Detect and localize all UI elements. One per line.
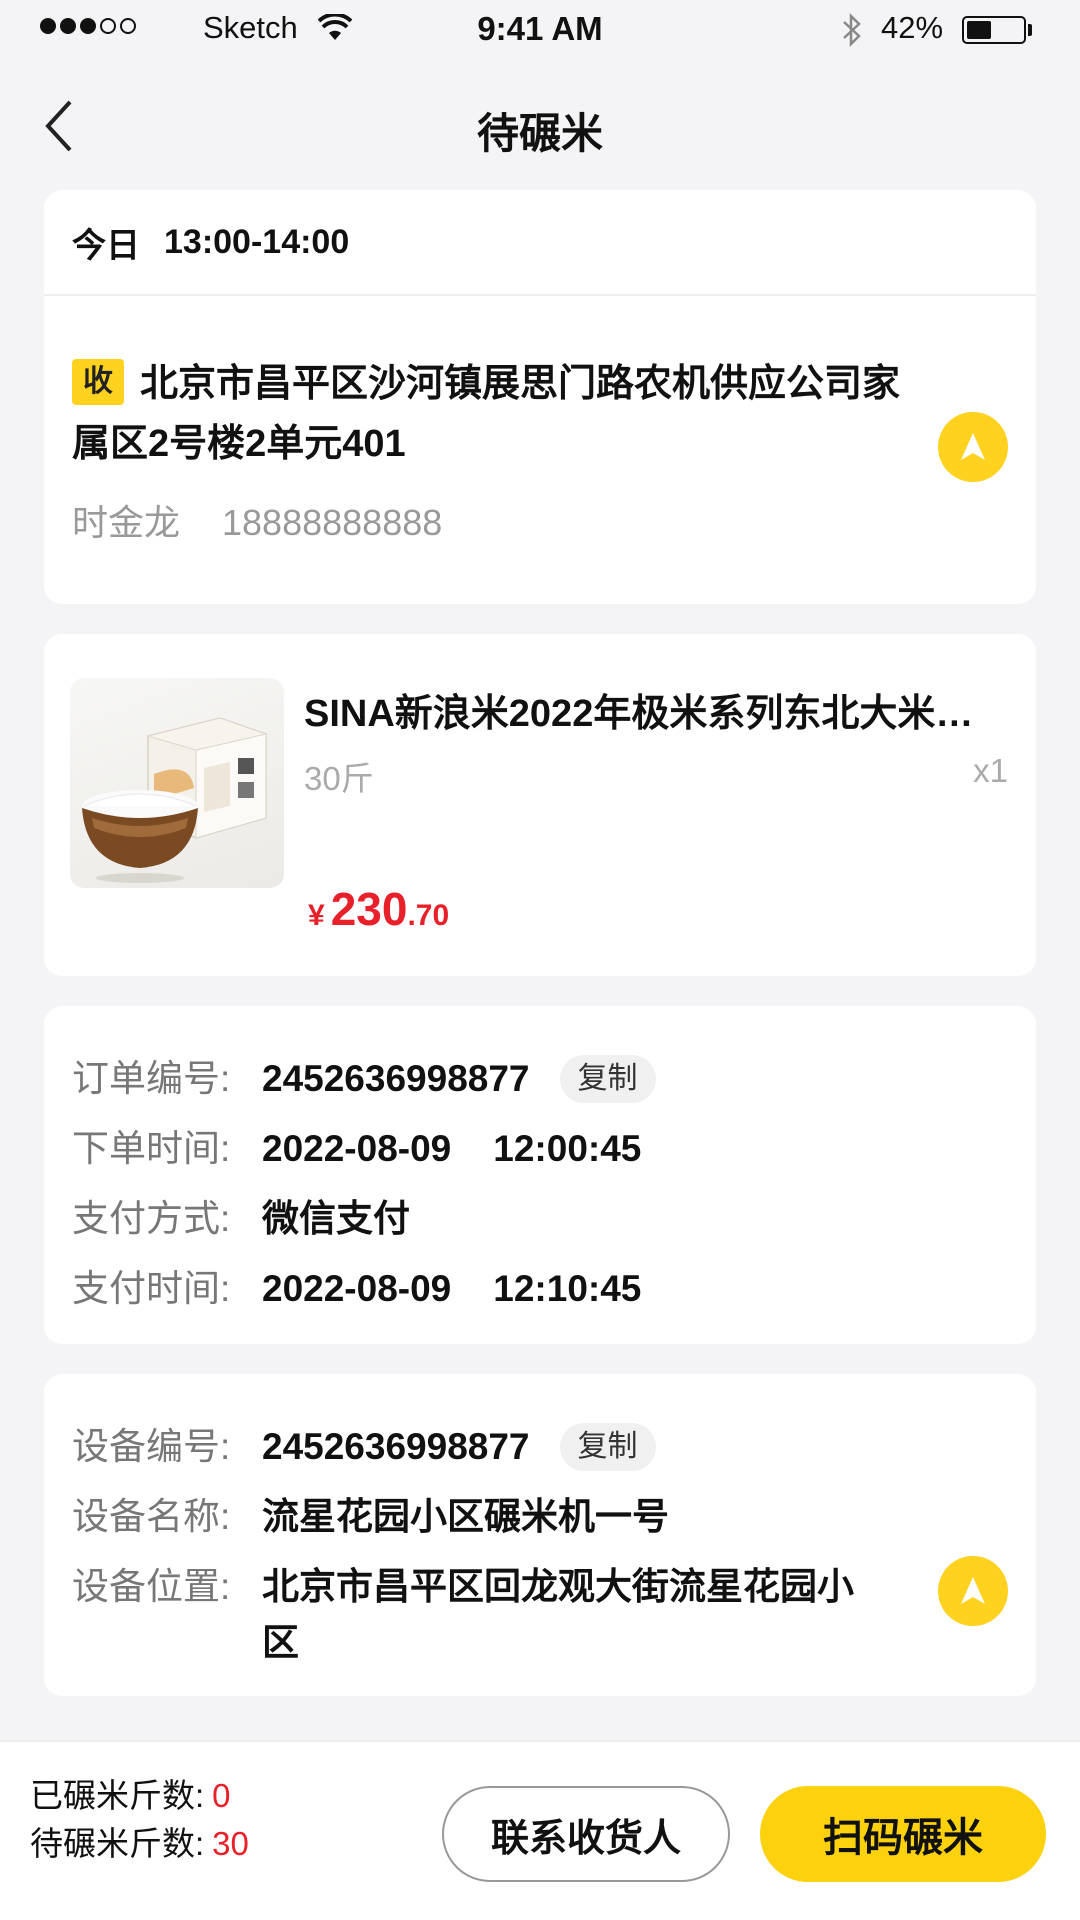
device-location-label: 设备位置: [72, 1566, 231, 1607]
delivery-card: 今日 13:00-14:00 收北京市昌平区沙河镇展思门路农机供应公司家属区2号… [44, 190, 1036, 604]
battery-icon [962, 16, 1026, 44]
product-name: SINA新浪米2022年极米系列东北大米… [304, 693, 974, 735]
delivery-time-range: 13:00-14:00 [164, 222, 350, 261]
device-name-row: 设备名称: 流星花园小区碾米机一号 [72, 1482, 1008, 1552]
device-location: 北京市昌平区回龙观大街流星花园小区 [262, 1566, 854, 1663]
order-time-label: 下单时间: [72, 1128, 231, 1169]
order-number: 2452636998877 复制 [262, 1044, 656, 1114]
milling-counts: 已碾米斤数: 0 待碾米斤数: 30 [30, 1772, 249, 1868]
pay-time: 2022-08-09 12:10:45 [262, 1254, 641, 1324]
page-title: 待碾米 [476, 110, 603, 157]
order-number-value: 2452636998877 [262, 1058, 530, 1099]
scan-mill-button[interactable]: 扫码碾米 [760, 1786, 1046, 1882]
pay-time-row: 支付时间: 2022-08-09 12:10:45 [72, 1254, 1008, 1324]
product-spec: 30斤 [304, 760, 374, 797]
device-name-label: 设备名称: [72, 1496, 231, 1537]
pay-method-row: 支付方式: 微信支付 [72, 1184, 1008, 1254]
device-location-row: 设备位置: 北京市昌平区回龙观大街流星花园小区 [72, 1552, 1008, 1671]
order-info-card: 订单编号: 2452636998877 复制 下单时间: 2022-08-09 12… [44, 1006, 1036, 1344]
delivery-day: 今日 [72, 226, 140, 265]
order-number-label: 订单编号: [72, 1058, 231, 1099]
status-bar: Sketch 9:41 AM 42% [0, 0, 1080, 60]
nav-bar: 待碾米 [0, 70, 1080, 180]
device-name: 流星花园小区碾米机一号 [262, 1496, 669, 1537]
order-time: 2022-08-09 12:00:45 [262, 1114, 641, 1184]
pending-count-row: 待碾米斤数: 30 [30, 1820, 249, 1868]
pending-label: 待碾米斤数: [30, 1825, 205, 1862]
pay-date: 2022-08-09 [262, 1268, 452, 1309]
product-price: ¥230.70 [308, 882, 449, 936]
address-text: 北京市昌平区沙河镇展思门路农机供应公司家属区2号楼2单元401 [72, 363, 901, 465]
pending-value: 30 [212, 1825, 249, 1862]
price-decimal: .70 [407, 899, 450, 932]
device-number-label: 设备编号: [72, 1426, 231, 1467]
address-body: 收北京市昌平区沙河镇展思门路农机供应公司家属区2号楼2单元401 时金龙 1888… [44, 296, 1036, 546]
device-navigate-button[interactable] [938, 1556, 1008, 1626]
milled-count-row: 已碾米斤数: 0 [30, 1772, 249, 1820]
bluetooth-icon [840, 12, 864, 53]
price-currency: ¥ [308, 899, 325, 932]
product-card[interactable]: SINA新浪米2022年极米系列东北大米… 30斤 x1 ¥230.70 [44, 634, 1036, 976]
address-navigate-button[interactable] [938, 412, 1008, 482]
milled-value: 0 [212, 1777, 231, 1814]
pay-clock: 12:10:45 [493, 1268, 642, 1309]
receive-tag: 收 [72, 358, 124, 405]
copy-order-number-button[interactable]: 复制 [559, 1055, 656, 1104]
price-integer: 230 [330, 883, 408, 935]
product-image [70, 678, 284, 888]
delivery-address: 收北京市昌平区沙河镇展思门路农机供应公司家属区2号楼2单元401 [72, 354, 932, 474]
receiver-name: 时金龙 [72, 502, 181, 543]
pay-method: 微信支付 [262, 1198, 410, 1239]
device-number-row: 设备编号: 2452636998877 复制 [72, 1412, 1008, 1482]
bottom-action-bar: 已碾米斤数: 0 待碾米斤数: 30 联系收货人 扫码碾米 [0, 1740, 1080, 1920]
receiver-phone[interactable]: 18888888888 [222, 502, 442, 543]
battery-tip [1028, 24, 1032, 36]
order-clock: 12:00:45 [493, 1128, 642, 1169]
device-number-value: 2452636998877 [262, 1426, 530, 1467]
order-number-row: 订单编号: 2452636998877 复制 [72, 1044, 1008, 1114]
battery-percent: 42% [881, 10, 944, 45]
copy-device-number-button[interactable]: 复制 [559, 1423, 656, 1472]
navigation-arrow-icon [961, 433, 985, 460]
milled-label: 已碾米斤数: [30, 1777, 205, 1814]
order-time-row: 下单时间: 2022-08-09 12:00:45 [72, 1114, 1008, 1184]
device-info-card: 设备编号: 2452636998877 复制 设备名称: 流星花园小区碾米机一号 … [44, 1374, 1036, 1696]
device-number: 2452636998877 复制 [262, 1412, 656, 1482]
delivery-time-row: 今日 13:00-14:00 [44, 190, 1036, 296]
page: Sketch 9:41 AM 42% 待碾米 今日 13:00-14:00 收 … [0, 0, 1080, 1920]
contact-receiver-button[interactable]: 联系收货人 [442, 1786, 730, 1882]
pay-method-label: 支付方式: [72, 1198, 231, 1239]
product-quantity: x1 [973, 752, 1008, 789]
receiver-contact: 时金龙 18888888888 [72, 494, 1008, 546]
order-date: 2022-08-09 [262, 1128, 452, 1169]
navigation-arrow-icon [961, 1577, 985, 1604]
pay-time-label: 支付时间: [72, 1268, 231, 1309]
